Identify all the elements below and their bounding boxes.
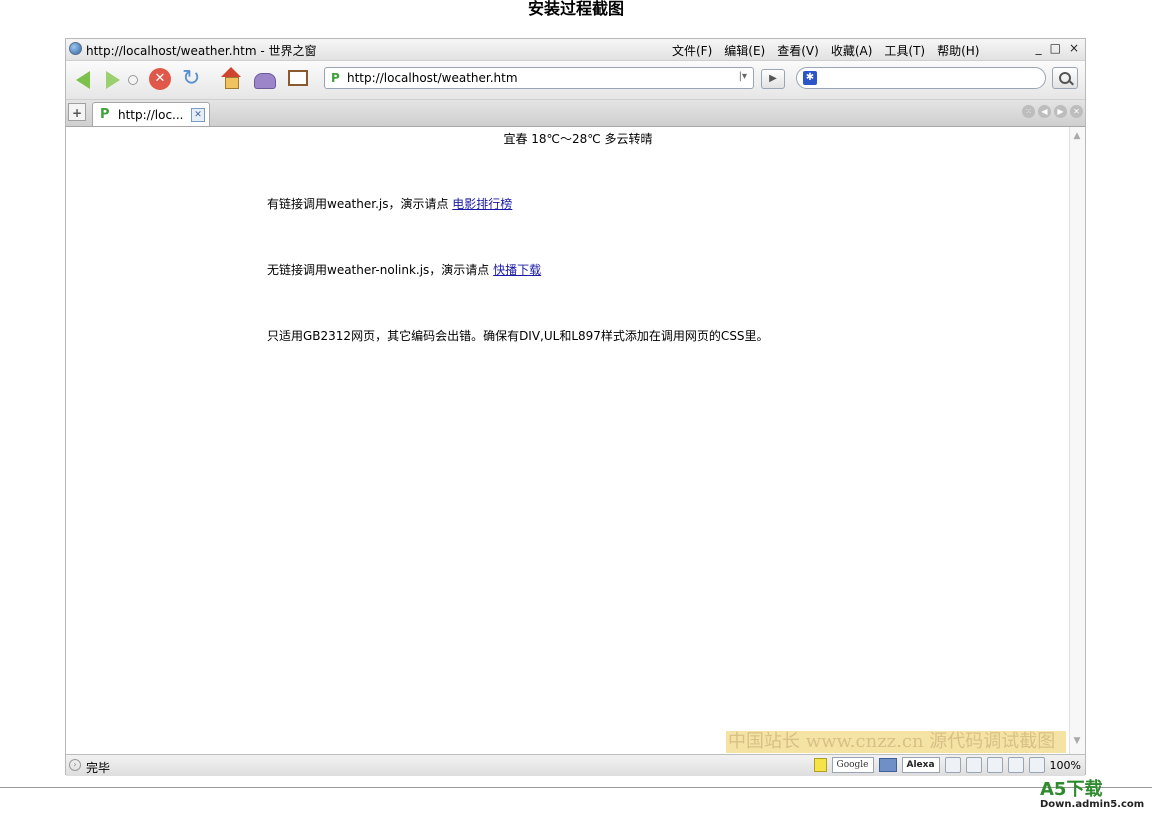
status-bar: › 完毕 Google Alexa 100%: [66, 754, 1085, 776]
movie-ranking-link[interactable]: 电影排行榜: [452, 197, 512, 211]
line2-text: 无链接调用weather-nolink.js，演示请点: [267, 263, 494, 277]
history-dropdown-icon[interactable]: [126, 67, 140, 91]
page-heading: 安装过程截图: [527, 0, 624, 18]
alexa-badge[interactable]: Alexa: [901, 757, 940, 773]
scroll-up-icon[interactable]: ▲: [1071, 129, 1083, 143]
status-text: 完毕: [86, 761, 111, 775]
window-icon[interactable]: [944, 757, 961, 773]
baidu-paw-icon[interactable]: ✱: [803, 71, 817, 85]
tab-next-icon[interactable]: ▶: [1054, 105, 1067, 118]
divider: [0, 787, 1152, 788]
screenshot-icon[interactable]: [1028, 757, 1045, 773]
navigation-toolbar: P |▾ ▶ ✱: [66, 61, 1085, 100]
maximize-button[interactable]: □: [1050, 41, 1061, 55]
minimize-button[interactable]: _: [1036, 41, 1042, 55]
qvod-download-link[interactable]: 快播下载: [493, 263, 541, 277]
search-button[interactable]: [1052, 67, 1078, 89]
refresh-icon[interactable]: [182, 66, 208, 91]
search-input[interactable]: [823, 70, 1033, 86]
menu-favorites[interactable]: 收藏(A): [831, 42, 873, 59]
page-icon: P: [100, 107, 110, 122]
search-box: ✱: [796, 67, 1046, 89]
home-icon[interactable]: [218, 67, 244, 91]
menu-tools[interactable]: 工具(T): [884, 42, 925, 59]
menu-help[interactable]: 帮助(H): [937, 42, 979, 59]
menu-edit[interactable]: 编辑(E): [724, 42, 765, 59]
a5-site-url: Down.admin5.com: [1040, 799, 1145, 810]
favorites-book-icon[interactable]: [286, 67, 312, 91]
compass-icon[interactable]: [965, 757, 982, 773]
address-input[interactable]: [347, 70, 717, 86]
go-button[interactable]: ▶: [761, 69, 785, 89]
title-bar: http://localhost/weather.htm - 世界之窗 文件(F…: [66, 39, 1085, 61]
history-icon[interactable]: [252, 67, 278, 91]
vertical-scrollbar[interactable]: ▲ ▼: [1069, 127, 1085, 754]
tab-prev-icon[interactable]: ◀: [1038, 105, 1051, 118]
menu-view[interactable]: 查看(V): [777, 42, 819, 59]
close-icon[interactable]: ✕: [191, 108, 205, 122]
stop-icon[interactable]: [148, 67, 174, 91]
tab-label: http://loc...: [118, 108, 184, 122]
scroll-down-icon[interactable]: ▼: [1071, 734, 1083, 748]
tab-bar: + P http://loc... ✕ ⁙ ◀ ▶ ✕: [66, 100, 1085, 127]
line1-text: 有链接调用weather.js，演示请点: [267, 197, 453, 211]
tab-weather[interactable]: P http://loc... ✕: [92, 102, 210, 126]
status-tools: Google Alexa 100%: [813, 757, 1081, 773]
menu-file[interactable]: 文件(F): [672, 42, 712, 59]
download-icon[interactable]: [986, 757, 1003, 773]
block-icon[interactable]: [1007, 757, 1024, 773]
weather-text: 宜春 18℃～28℃ 多云转晴: [503, 132, 653, 146]
google-badge[interactable]: Google: [831, 757, 874, 773]
line-weather-nolink-js: 无链接调用weather-nolink.js，演示请点 快播下载: [267, 261, 541, 278]
address-bar: P |▾: [324, 67, 754, 89]
watermark: 中国站长 www.cnzz.cn 源代码调试截图: [726, 731, 1066, 753]
globe-icon: [69, 42, 82, 55]
status-icon: ›: [69, 759, 81, 771]
tab-controls: ⁙ ◀ ▶ ✕: [1022, 105, 1083, 118]
forward-icon[interactable]: [100, 67, 126, 91]
browser-window: http://localhost/weather.htm - 世界之窗 文件(F…: [65, 38, 1086, 776]
window-controls: _ □ ×: [1036, 41, 1079, 55]
close-button[interactable]: ×: [1069, 41, 1079, 55]
tab-list-icon[interactable]: ⁙: [1022, 105, 1035, 118]
page-content: 宜春 18℃～28℃ 多云转晴 有链接调用weather.js，演示请点 电影排…: [66, 127, 1071, 754]
back-icon[interactable]: [74, 67, 100, 91]
chevron-down-icon[interactable]: |▾: [739, 71, 747, 82]
menu-bar: 文件(F) 编辑(E) 查看(V) 收藏(A) 工具(T) 帮助(H): [672, 42, 979, 59]
line-encoding-note: 只适用GB2312网页，其它编码会出错。确保有DIV,UL和L897样式添加在调…: [267, 329, 769, 343]
a5-logo: A5下载: [1040, 779, 1103, 800]
line-weather-js: 有链接调用weather.js，演示请点 电影排行榜: [267, 195, 512, 212]
page-icon: P: [331, 71, 340, 85]
window-title: http://localhost/weather.htm - 世界之窗: [86, 44, 317, 58]
zoom-level[interactable]: 100%: [1050, 759, 1081, 772]
new-tab-button[interactable]: +: [68, 103, 86, 121]
tab-close-all-icon[interactable]: ✕: [1070, 105, 1083, 118]
note-icon[interactable]: [813, 758, 827, 772]
pagerank-icon[interactable]: [878, 758, 897, 772]
